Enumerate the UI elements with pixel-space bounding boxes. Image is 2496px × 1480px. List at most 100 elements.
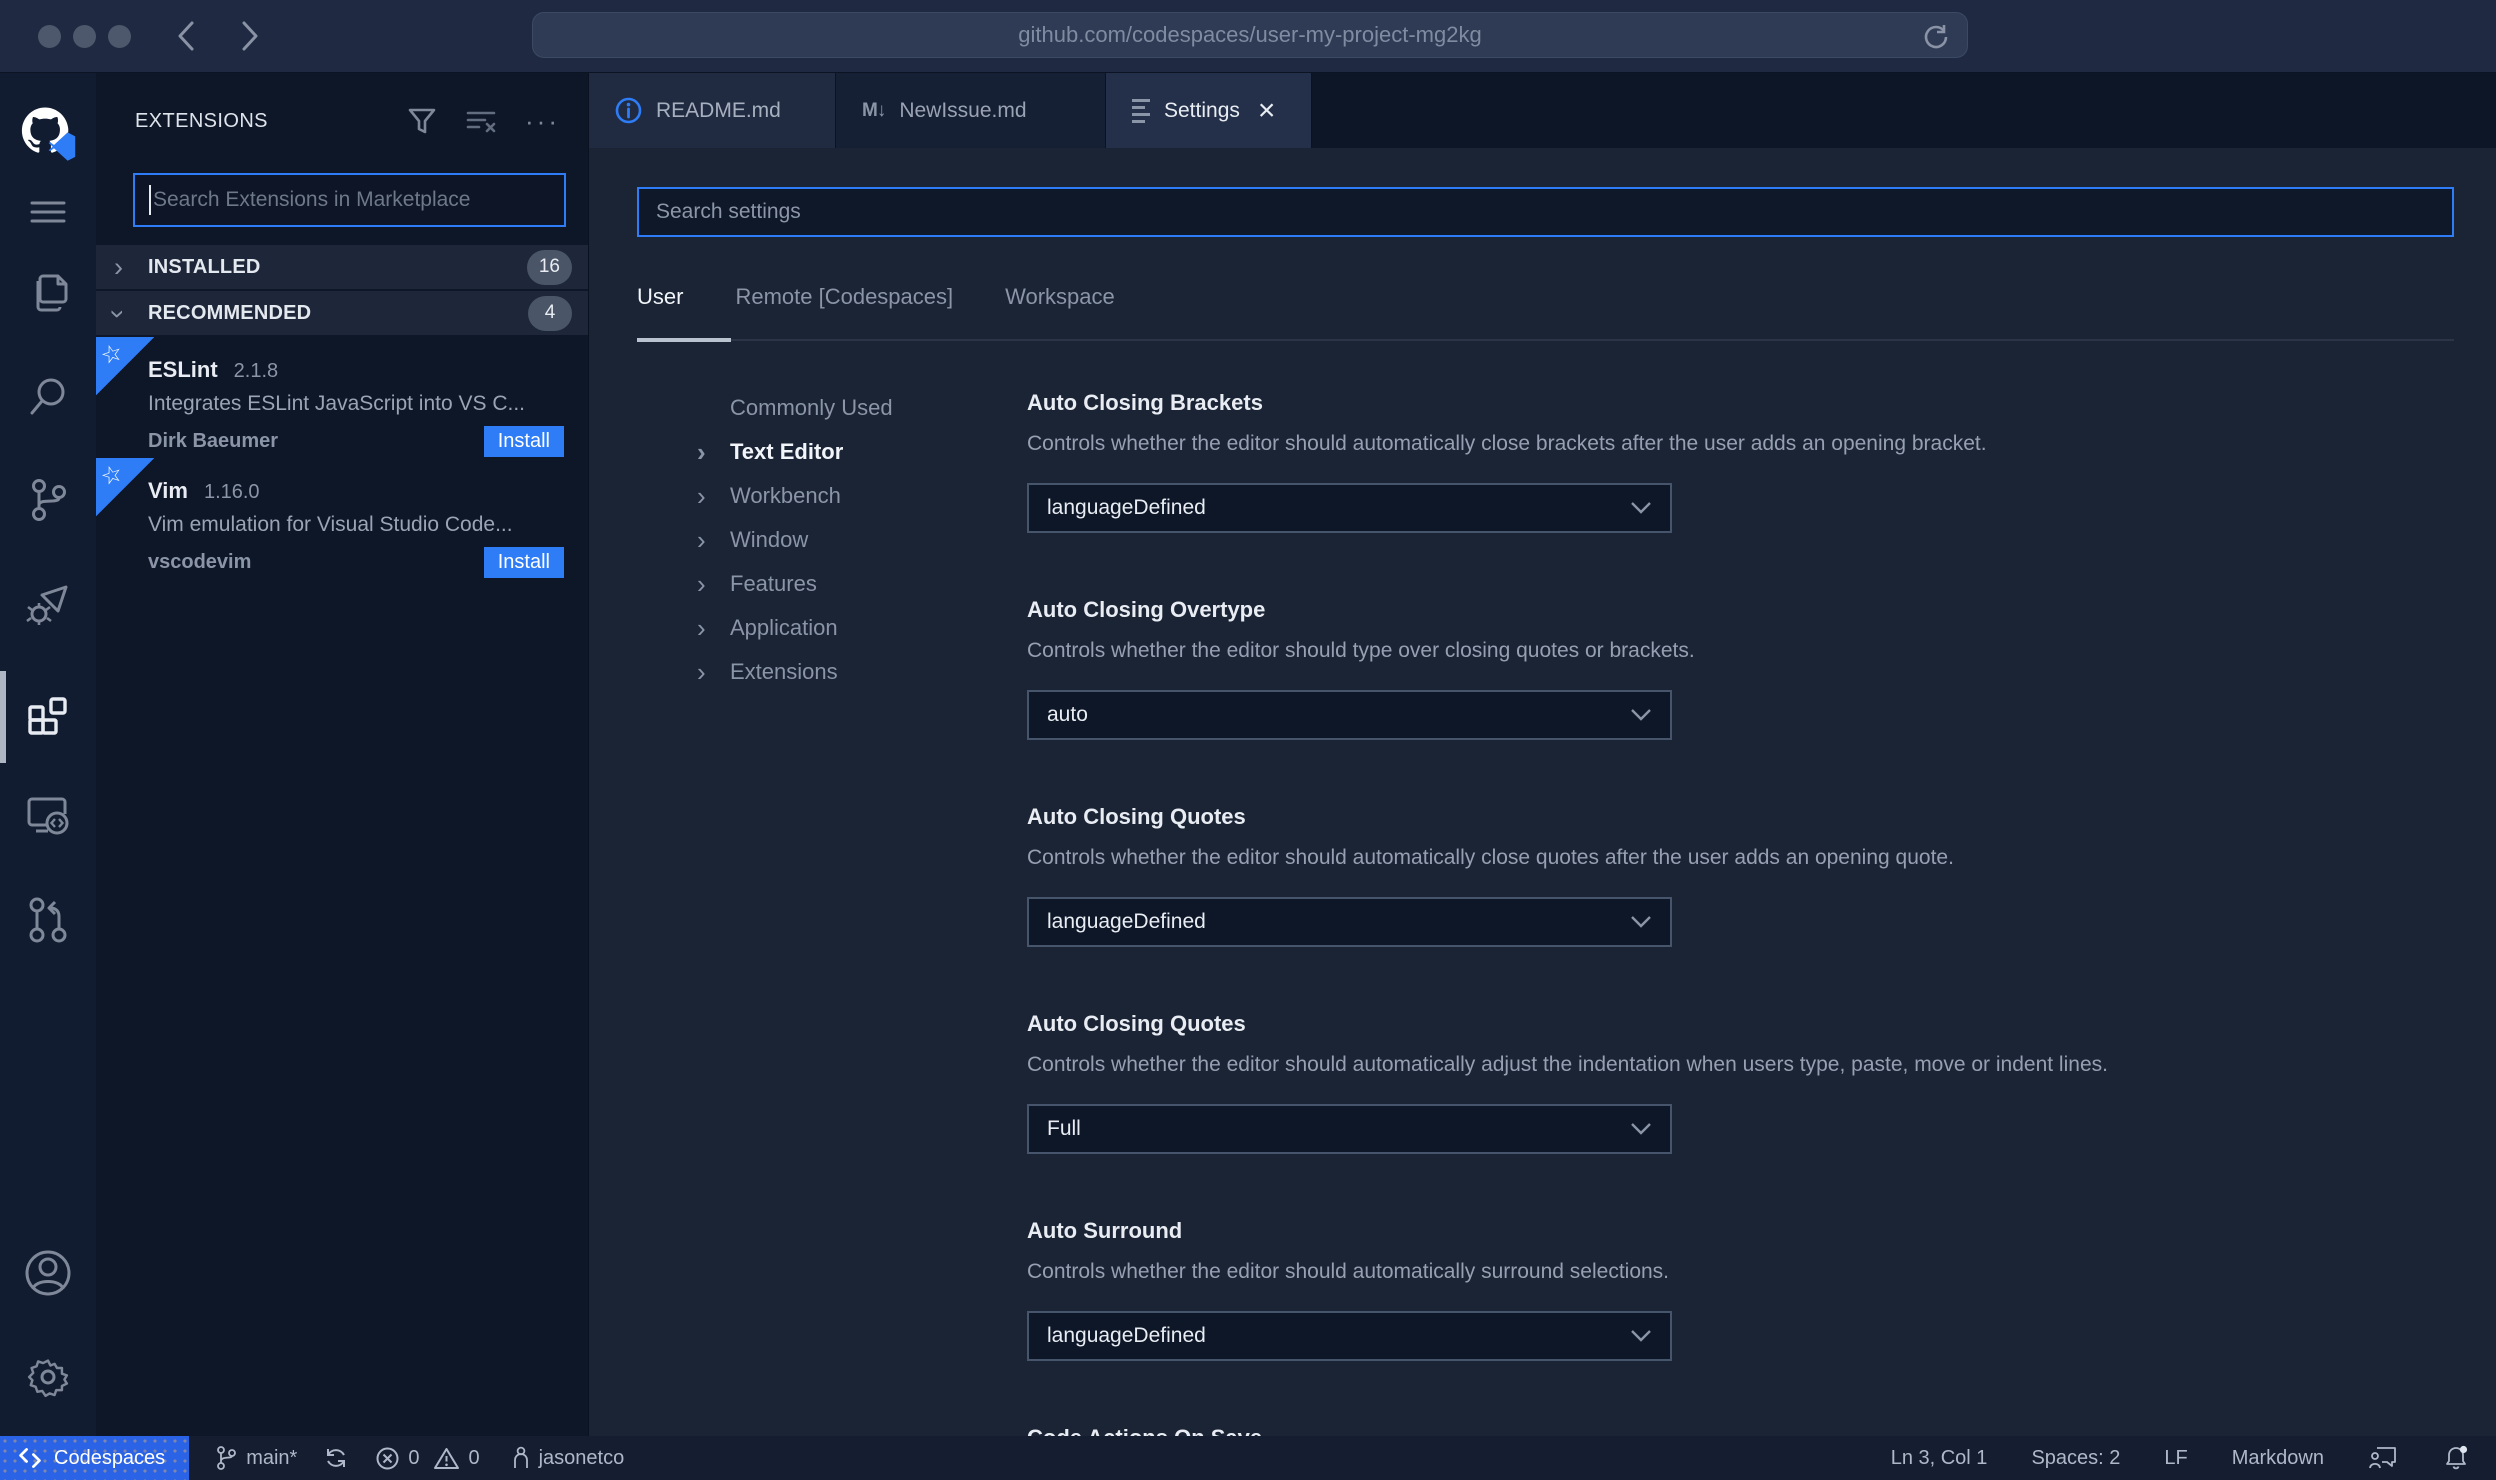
extension-list-item[interactable]: ☆ ESLint 2.1.8 Integrates ESLint JavaScr… [96,337,588,458]
settings-entry: Auto Surround Controls whether the edito… [1027,1217,2454,1361]
settings-entry: Code Actions On Save [1027,1424,2454,1436]
window-controls[interactable] [38,24,131,48]
notifications-bell-icon[interactable] [2442,1444,2470,1472]
close-tab-icon[interactable]: × [1258,95,1276,125]
tab-label: README.md [656,98,781,122]
search-icon[interactable] [0,366,96,428]
status-bar: Codespaces main* 0 0 jasonetco Ln 3, Col… [0,1436,2496,1480]
feedback-icon[interactable] [2368,1444,2398,1472]
codespaces-label: Codespaces [54,1446,166,1469]
setting-description: Controls whether the editor should autom… [1027,1053,2108,1076]
scope-divider [637,338,2454,342]
extension-version: 2.1.8 [233,360,279,382]
chevron-down-icon [1631,709,1651,721]
recommended-ribbon: ☆ [96,337,154,395]
remote-explorer-icon[interactable] [0,784,96,846]
tab-label: NewIssue.md [899,98,1027,122]
toc-item[interactable]: › Workbench [697,474,1027,518]
extensions-search-box[interactable] [133,173,566,227]
pull-requests-icon[interactable] [0,889,96,951]
extensions-search-input[interactable] [152,188,550,212]
tab-newissue[interactable]: M↓ NewIssue.md [836,73,1106,148]
markdown-icon: M↓ [862,99,886,121]
errors-count: 0 [408,1446,420,1469]
tab-readme[interactable]: README.md [589,73,836,148]
settings-search-box[interactable] [637,187,2454,237]
sync-status-item[interactable] [323,1445,349,1471]
toc-item[interactable]: › Application [697,606,1027,650]
info-icon [615,97,642,124]
clear-extensions-search-icon[interactable] [465,107,497,135]
star-icon: ☆ [97,459,127,492]
settings-gear-icon[interactable] [0,1346,96,1408]
settings-search-input[interactable] [656,200,2435,224]
scope-tab-remote[interactable]: Remote [Codespaces] [735,284,953,314]
section-label: INSTALLED [148,255,261,278]
explorer-icon[interactable] [0,262,96,324]
browser-forward-icon[interactable] [239,19,261,53]
setting-dropdown[interactable]: languageDefined [1027,897,1672,947]
setting-value: auto [1047,703,1088,726]
filter-icon[interactable] [407,107,437,135]
language-mode-item[interactable]: Markdown [2232,1447,2324,1470]
setting-dropdown[interactable]: auto [1027,690,1672,740]
settings-entry: Auto Closing Quotes Controls whether the… [1027,1010,2454,1154]
cursor-position-item[interactable]: Ln 3, Col 1 [1891,1447,1988,1470]
reload-icon[interactable] [1921,22,1951,52]
active-scope-underline [637,338,731,342]
toc-label: Workbench [730,483,841,508]
toc-label: Commonly Used [730,395,893,420]
extensions-icon[interactable] [0,685,96,747]
branch-status-item[interactable]: main* [215,1445,297,1471]
settings-entry: Auto Closing Quotes Controls whether the… [1027,803,2454,947]
window-close-button[interactable] [38,24,61,48]
section-installed[interactable]: › INSTALLED 16 [96,245,588,289]
editor-area: README.md M↓ NewIssue.md Settings × User… [589,73,2496,1436]
toc-item[interactable]: › Text Editor [697,430,1027,474]
user-status-item[interactable]: jasonetco [512,1445,624,1471]
toc-item[interactable]: › Window [697,518,1027,562]
window-minimize-button[interactable] [73,24,96,48]
setting-dropdown[interactable]: languageDefined [1027,483,1672,533]
more-actions-icon[interactable]: ··· [525,108,560,134]
source-control-icon[interactable] [0,469,96,531]
install-button[interactable]: Install [483,547,564,578]
tab-bar: README.md M↓ NewIssue.md Settings × [589,73,2496,148]
toc-item[interactable]: Commonly Used [730,386,1027,430]
toc-label: Text Editor [730,439,844,464]
install-button[interactable]: Install [483,426,564,457]
setting-title: Code Actions On Save [1027,1424,2454,1436]
section-recommended[interactable]: › RECOMMENDED 4 [96,291,588,335]
sync-icon [327,1449,346,1467]
setting-dropdown[interactable]: languageDefined [1027,1311,1672,1361]
chevron-right-icon: › [697,569,706,599]
settings-list-icon [1132,98,1150,123]
window-maximize-button[interactable] [108,24,131,48]
scope-tab-workspace[interactable]: Workspace [1005,284,1115,314]
extension-description: Integrates ESLint JavaScript into VS C..… [148,392,526,415]
settings-toc: Commonly Used › Text Editor › Workbench [637,386,1027,1436]
toc-item[interactable]: › Features [697,562,1027,606]
run-debug-icon[interactable] [0,573,96,635]
toc-label: Extensions [730,659,838,684]
extension-version: 1.16.0 [203,481,260,503]
browser-back-icon[interactable] [175,19,197,53]
toc-item[interactable]: › Extensions [697,650,1027,694]
account-icon[interactable] [0,1242,96,1304]
branch-label: main* [246,1446,298,1469]
codespaces-status-item[interactable]: Codespaces [0,1436,190,1480]
tab-settings[interactable]: Settings × [1106,73,1312,148]
extension-list-item[interactable]: ☆ Vim 1.16.0 Vim emulation for Visual St… [96,458,588,579]
setting-value: languageDefined [1047,496,1206,519]
menu-icon[interactable] [0,181,96,243]
chevron-right-icon: › [697,481,706,511]
eol-item[interactable]: LF [2164,1447,2187,1470]
toc-label: Window [730,527,809,552]
problems-status-item[interactable]: 0 0 [375,1446,485,1471]
setting-dropdown[interactable]: Full [1027,1104,1672,1154]
scope-tab-user[interactable]: User [637,284,683,314]
extensions-sidebar: EXTENSIONS ··· › INSTALL [96,73,589,1436]
url-bar[interactable]: github.com/codespaces/user-my-project-mg… [532,12,1968,58]
indentation-item[interactable]: Spaces: 2 [2031,1447,2120,1470]
recommended-ribbon: ☆ [96,458,154,516]
